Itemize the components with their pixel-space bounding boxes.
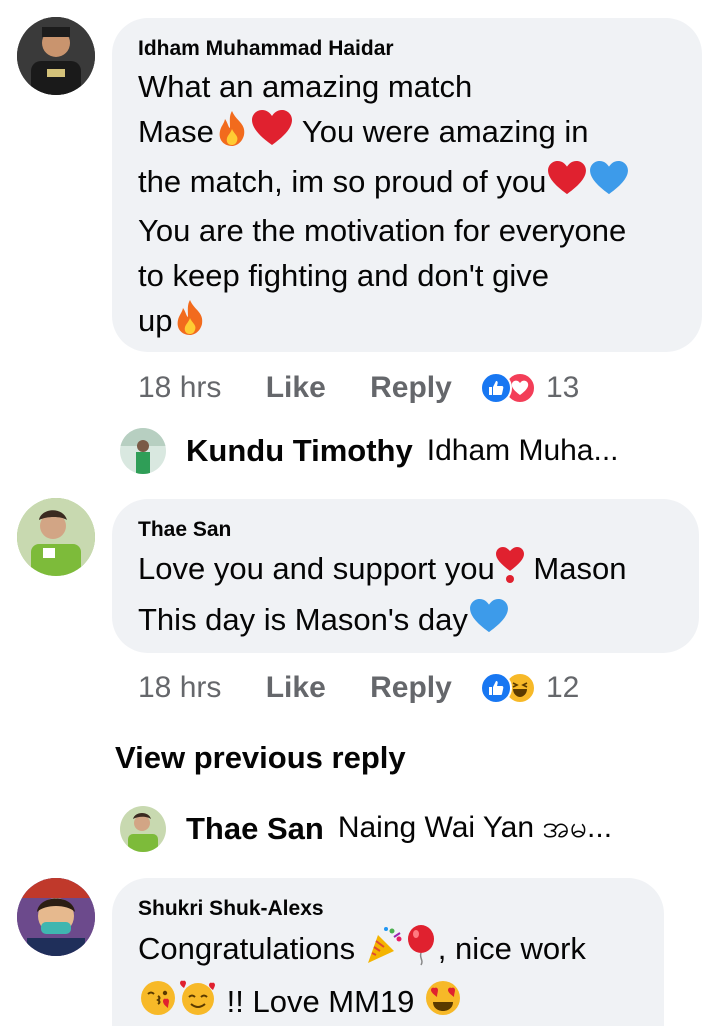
- reply-snippet[interactable]: Naing Wai Yan အမ...: [338, 807, 612, 852]
- comment-bubble: Idham Muhammad Haidar What an amazing ma…: [112, 18, 702, 352]
- avatar[interactable]: [17, 17, 95, 95]
- fire-emoji-icon: [214, 109, 250, 159]
- blue-heart-emoji-icon: [588, 160, 630, 208]
- avatar-photo-icon: [17, 878, 95, 956]
- red-heart-emoji-icon: [546, 160, 588, 208]
- like-reaction-icon: [480, 372, 512, 404]
- avatar[interactable]: [17, 498, 95, 576]
- reply-preview[interactable]: Thae San Naing Wai Yan အမ...: [120, 806, 612, 852]
- reply-preview[interactable]: Kundu Timothy Idham Muha...: [120, 428, 619, 474]
- comment-text: What an amazing match Mase You were amaz…: [138, 64, 676, 348]
- reaction-count: 13: [546, 371, 580, 404]
- party-popper-emoji-icon: [364, 925, 404, 977]
- balloon-emoji-icon: [404, 924, 438, 978]
- comment-author[interactable]: Thae San: [138, 517, 673, 543]
- comment-time[interactable]: 18 hrs: [138, 671, 221, 704]
- avatar: [120, 806, 166, 852]
- avatar-photo-icon: [120, 806, 166, 852]
- comment-meta: 18 hrs Like Reply: [138, 668, 452, 708]
- avatar-photo-icon: [17, 17, 95, 95]
- avatar-photo-icon: [120, 428, 166, 474]
- avatar: [120, 428, 166, 474]
- avatar[interactable]: [17, 878, 95, 956]
- comment-bubble: Shukri Shuk-Alexs Congratulations , nice…: [112, 878, 664, 1026]
- fire-emoji-icon: [172, 298, 208, 348]
- like-button[interactable]: Like: [266, 671, 326, 704]
- comment-author[interactable]: Shukri Shuk-Alexs: [138, 896, 638, 922]
- like-reaction-icon: [480, 672, 512, 704]
- comment-text: Congratulations , nice work !! Love MM19: [138, 924, 638, 1030]
- reply-snippet[interactable]: Idham Muha...: [427, 434, 619, 468]
- face-blowing-kiss-emoji-icon: [138, 978, 178, 1030]
- reaction-summary[interactable]: 12: [480, 668, 579, 708]
- reply-button[interactable]: Reply: [370, 671, 452, 704]
- comment-time[interactable]: 18 hrs: [138, 371, 221, 404]
- reply-author[interactable]: Thae San: [186, 811, 324, 847]
- reply-button[interactable]: Reply: [370, 371, 452, 404]
- heart-eyes-emoji-icon: [423, 978, 463, 1030]
- comment-text: Love you and support you Mason This day …: [138, 545, 673, 646]
- heart-exclamation-emoji-icon: [495, 545, 525, 597]
- avatar-photo-icon: [17, 498, 95, 576]
- like-button[interactable]: Like: [266, 371, 326, 404]
- view-previous-reply-link[interactable]: View previous reply: [115, 740, 406, 776]
- comment-bubble: Thae San Love you and support you Mason …: [112, 499, 699, 653]
- blue-heart-emoji-icon: [468, 598, 510, 646]
- red-heart-emoji-icon: [250, 109, 294, 159]
- reaction-count: 12: [546, 671, 580, 704]
- smiling-face-with-hearts-emoji-icon: [178, 978, 218, 1030]
- reaction-summary[interactable]: 13: [480, 368, 579, 408]
- reply-author[interactable]: Kundu Timothy: [186, 433, 413, 469]
- comment-author[interactable]: Idham Muhammad Haidar: [138, 36, 676, 62]
- comment-meta: 18 hrs Like Reply: [138, 368, 452, 408]
